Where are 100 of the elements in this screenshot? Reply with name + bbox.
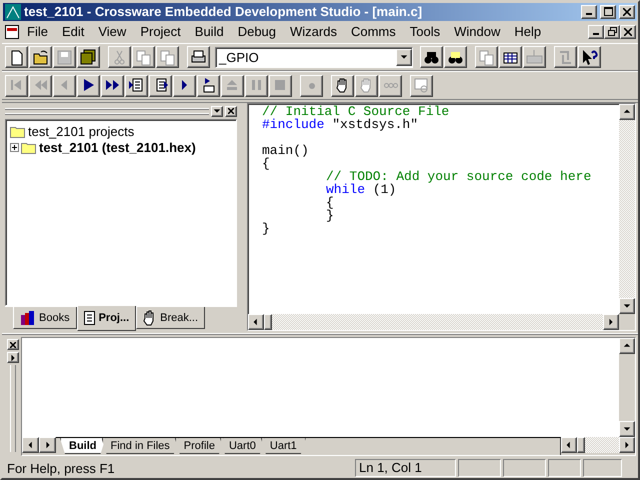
- books-icon: [20, 310, 36, 326]
- scroll-down-button[interactable]: [619, 298, 635, 314]
- workspace-tab[interactable]: Break...: [136, 307, 206, 330]
- arrow-right-icon: [623, 441, 631, 450]
- pointer-question-icon: [581, 48, 598, 66]
- tree-item[interactable]: test_2101 (test_2101.hex): [39, 140, 196, 155]
- scrollbar-thumb[interactable]: [264, 314, 272, 330]
- close-button[interactable]: [619, 4, 635, 19]
- scroll-up-button[interactable]: [619, 104, 635, 120]
- status-message: For Help, press F1: [6, 460, 116, 476]
- code-token: }: [326, 208, 334, 224]
- toolbar-button[interactable]: [173, 74, 196, 97]
- window-magnifier-icon: [413, 77, 430, 94]
- menu-item[interactable]: Help: [507, 24, 548, 40]
- toolbar-button[interactable]: [77, 74, 100, 97]
- code-editor[interactable]: // Initial C Source File #include "xstdsys.h" main() { // TODO: Add your source code here while (1) { } }: [247, 103, 636, 332]
- close-button[interactable]: [7, 339, 19, 350]
- documents-icon: [159, 48, 176, 66]
- close-icon: [228, 108, 234, 114]
- toolbar-button[interactable]: [420, 46, 443, 68]
- toolbar-button[interactable]: [578, 46, 601, 68]
- code-token: "xstdsys.h": [331, 117, 418, 132]
- arrow-down-icon: [400, 53, 408, 62]
- tree-item[interactable]: test_2101 projects: [28, 124, 134, 139]
- page-arrow-icon: [128, 77, 145, 94]
- menu-item[interactable]: Tools: [402, 24, 448, 40]
- target-dropdown[interactable]: _GPIO: [215, 46, 413, 68]
- toolbar-button[interactable]: [499, 46, 522, 68]
- menu-item[interactable]: Wizards: [283, 24, 344, 40]
- toolbar-button[interactable]: [187, 46, 210, 68]
- toolbar-button[interactable]: [77, 46, 100, 68]
- three-circles-icon: [384, 83, 398, 88]
- scroll-left-button[interactable]: [561, 437, 577, 454]
- code-token: main(): [262, 143, 309, 158]
- horizontal-scrollbar[interactable]: [248, 314, 635, 330]
- toolbar-button[interactable]: [149, 74, 172, 97]
- close-icon: [623, 8, 631, 16]
- arrow-down-icon: [623, 425, 631, 434]
- menu-item[interactable]: File: [20, 24, 55, 40]
- folder-icon: [32, 48, 49, 66]
- status-pane: [458, 459, 501, 478]
- arrow-left-icon: [565, 441, 573, 450]
- scroll-up-button[interactable]: [619, 338, 635, 354]
- arrow-down-icon: [213, 107, 221, 116]
- expand-icon[interactable]: [10, 142, 19, 152]
- expand-button[interactable]: [7, 352, 19, 364]
- documents-icon: [135, 48, 152, 66]
- page-icon: [84, 311, 96, 326]
- scrollbar-thumb[interactable]: [577, 437, 585, 454]
- vertical-scrollbar[interactable]: [619, 104, 635, 314]
- arrow-right-icon: [9, 354, 17, 362]
- toolbar-button[interactable]: [101, 74, 124, 97]
- arrows-icon: [557, 48, 574, 66]
- toolbar-button[interactable]: [197, 74, 220, 97]
- output-tab[interactable]: Uart0: [220, 438, 265, 454]
- dropdown-button[interactable]: [396, 48, 412, 66]
- tab-scroll-right[interactable]: [39, 437, 56, 454]
- code-token: // Initial C Source File: [262, 104, 450, 120]
- toolbar-button[interactable]: [29, 46, 52, 68]
- size-box: [619, 314, 635, 330]
- scroll-right-button[interactable]: [603, 314, 619, 330]
- menu-item[interactable]: Comms: [344, 24, 403, 40]
- scroll-down-button[interactable]: [619, 421, 635, 438]
- output-tab[interactable]: Uart1: [260, 438, 306, 454]
- scroll-left-button[interactable]: [248, 314, 264, 330]
- folder-icon: [10, 124, 26, 138]
- minimize-icon: [586, 12, 592, 15]
- workspace-tab[interactable]: Books: [13, 307, 77, 330]
- output-tab[interactable]: Build: [60, 438, 106, 454]
- scroll-right-button[interactable]: [619, 437, 635, 454]
- arrow-left-icon: [26, 441, 34, 450]
- code-token: }: [262, 221, 270, 236]
- menu-item[interactable]: View: [91, 24, 134, 40]
- minimize-button[interactable]: [588, 24, 604, 39]
- close-button[interactable]: [620, 24, 636, 39]
- code-token: while: [326, 182, 366, 198]
- workspace-tab[interactable]: Proj...: [76, 306, 136, 332]
- horizontal-scrollbar[interactable]: [561, 437, 635, 454]
- close-icon: [624, 28, 632, 36]
- output-tab[interactable]: Profile: [174, 438, 224, 454]
- window-title: test_2101 - Crossware Embedded Development Studio - [main.c]: [24, 4, 424, 20]
- menu-item[interactable]: Window: [447, 24, 508, 40]
- output-tab[interactable]: Find in Files: [102, 438, 179, 454]
- menu-button[interactable]: [211, 106, 223, 117]
- minimize-button[interactable]: [581, 4, 597, 19]
- menu-item[interactable]: Edit: [54, 24, 92, 40]
- vertical-scrollbar[interactable]: [619, 338, 635, 438]
- toolbar-button[interactable]: [331, 74, 354, 97]
- toolbar-button[interactable]: [125, 74, 148, 97]
- restore-button[interactable]: [604, 24, 620, 39]
- close-button[interactable]: [225, 106, 237, 117]
- minimize-icon: [593, 32, 599, 35]
- maximize-button[interactable]: [600, 4, 616, 19]
- menu-item[interactable]: Debug: [230, 24, 284, 40]
- menu-item[interactable]: Build: [188, 24, 231, 40]
- tab-scroll-left[interactable]: [22, 437, 39, 454]
- menu-item[interactable]: Project: [133, 24, 188, 40]
- folder-icon: [21, 140, 37, 154]
- toolbar-button[interactable]: [444, 46, 467, 68]
- toolbar-button[interactable]: [5, 46, 28, 68]
